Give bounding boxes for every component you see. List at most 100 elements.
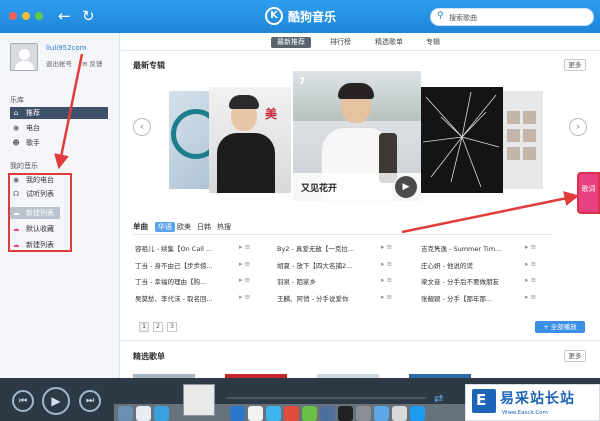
song-item[interactable]: 庄心妍 - 他说的谎 ▸≡ <box>421 260 551 271</box>
song-title[interactable]: 羽泉 - 陌家乡 <box>277 278 316 286</box>
zoom-window-button[interactable] <box>35 12 43 20</box>
carousel-prev-icon[interactable]: ‹ <box>133 118 151 136</box>
album-art-shape <box>507 129 520 142</box>
play-all-button[interactable]: + 全部播放 <box>535 321 585 333</box>
filter-hot[interactable]: 热搜 <box>217 222 231 232</box>
play-icon[interactable]: ▶ <box>42 387 70 415</box>
song-item[interactable]: 吴莫愁、李代沫 - 取名回... ▸≡ <box>135 293 265 304</box>
album-cover[interactable]: 美 <box>209 87 291 193</box>
song-actions-icon[interactable]: ▸≡ <box>525 260 538 268</box>
song-item[interactable]: 胡夏 - 放下【四大名捕2... ▸≡ <box>277 260 407 271</box>
song-item[interactable]: 丁当 - 幸福的理由【购... ▸≡ <box>135 276 265 287</box>
filter-jpkr[interactable]: 日韩 <box>197 222 211 232</box>
song-title[interactable]: 丁当 - 身不由己【步步惊... <box>135 262 213 270</box>
avatar[interactable] <box>10 43 38 71</box>
close-window-button[interactable] <box>9 12 17 20</box>
minimize-window-button[interactable] <box>22 12 30 20</box>
page-button[interactable]: 2 <box>153 322 163 332</box>
dock-app-icon[interactable] <box>248 406 263 421</box>
song-title[interactable]: 梁文音 - 分手后不要做朋友 <box>421 278 499 286</box>
song-title[interactable]: 吉克隽逸 - Summer Tim... <box>421 245 501 253</box>
song-actions-icon[interactable]: ▸≡ <box>381 293 394 301</box>
carousel-next-icon[interactable]: › <box>569 118 587 136</box>
song-title[interactable]: 吴莫愁、李代沫 - 取名回... <box>135 295 213 303</box>
song-actions-icon[interactable]: ▸≡ <box>525 293 538 301</box>
tab-latest[interactable]: 最新推荐 <box>271 37 311 48</box>
dock-app-icon[interactable] <box>356 406 371 421</box>
search-box[interactable]: ⚲ 搜索歌曲 <box>430 8 594 26</box>
username[interactable]: liuli952com <box>46 44 87 52</box>
page-button[interactable]: 1 <box>139 322 149 332</box>
tab-albums[interactable]: 专辑 <box>420 37 446 48</box>
sidebar-item-recommend[interactable]: ⌂ 推荐 <box>10 107 108 119</box>
play-icon[interactable]: ▶ <box>395 176 417 198</box>
song-actions-icon[interactable]: ▸≡ <box>239 260 252 268</box>
song-title[interactable]: By2 - 真爱无敌【一克拉... <box>277 245 354 253</box>
repeat-icon[interactable]: ⇄ <box>434 392 443 405</box>
dock-app-icon[interactable] <box>118 406 133 421</box>
page-button[interactable]: 3 <box>167 322 177 332</box>
tab-playlists[interactable]: 精选歌单 <box>369 37 409 48</box>
dock-app-icon[interactable] <box>338 406 353 421</box>
next-track-icon[interactable]: ⏭ <box>79 390 101 412</box>
song-title[interactable]: 容祖儿 - 续集【On Call ... <box>135 245 212 253</box>
dock-app-icon[interactable] <box>392 406 407 421</box>
song-title[interactable]: 庄心妍 - 他说的谎 <box>421 262 473 270</box>
dock-app-icon[interactable] <box>302 406 317 421</box>
progress-bar[interactable] <box>226 397 426 399</box>
song-actions-icon[interactable]: ▸≡ <box>381 260 394 268</box>
song-actions-icon[interactable]: ▸≡ <box>239 243 252 251</box>
back-arrow-icon[interactable]: ← <box>58 6 71 26</box>
song-item[interactable]: 张靓颖 - 分手【那年那... ▸≡ <box>421 293 551 304</box>
song-item[interactable]: 王麟、阿悄 - 分手说爱你 ▸≡ <box>277 293 407 304</box>
song-title[interactable]: 王麟、阿悄 - 分手说爱你 <box>277 295 348 303</box>
search-placeholder[interactable]: 搜索歌曲 <box>449 13 477 23</box>
home-icon: ⌂ <box>13 109 19 117</box>
annotation-box <box>8 173 72 252</box>
dock-app-icon[interactable] <box>136 406 151 421</box>
previous-track-icon[interactable]: ⏮ <box>12 390 34 412</box>
search-icon[interactable]: ⚲ <box>437 11 444 21</box>
dock-app-icon[interactable] <box>284 406 299 421</box>
dock-app-icon[interactable] <box>374 406 389 421</box>
song-item[interactable]: 容祖儿 - 续集【On Call ... ▸≡ <box>135 243 265 254</box>
album-cover-text: 美 <box>265 107 278 121</box>
album-cover[interactable] <box>503 91 543 189</box>
tab-charts[interactable]: 排行榜 <box>324 37 357 48</box>
song-title[interactable]: 丁当 - 幸福的理由【购... <box>135 278 206 286</box>
now-playing-avatar[interactable] <box>183 384 215 416</box>
featured-album-cover[interactable]: 7 又见花开 ▶ <box>293 71 421 201</box>
dock-app-icon[interactable] <box>410 406 425 421</box>
song-item[interactable]: 梁文音 - 分手后不要做朋友 ▸≡ <box>421 276 551 287</box>
feedback-link[interactable]: ✉ 反馈 <box>82 58 103 68</box>
lyrics-tab[interactable]: 歌词 <box>577 172 600 214</box>
sidebar-item-label: 电台 <box>26 124 40 132</box>
albums-more-button[interactable]: 更多 <box>564 59 586 71</box>
filter-chinese[interactable]: 华语 <box>155 222 175 232</box>
song-actions-icon[interactable]: ▸≡ <box>381 276 394 284</box>
dock-app-icon[interactable] <box>320 406 335 421</box>
dock-app-icon[interactable] <box>230 406 245 421</box>
song-title[interactable]: 胡夏 - 放下【四大名捕2... <box>277 262 352 270</box>
song-item[interactable]: 羽泉 - 陌家乡 ▸≡ <box>277 276 407 287</box>
song-item[interactable]: 丁当 - 身不由己【步步惊... ▸≡ <box>135 260 265 271</box>
playlists-more-button[interactable]: 更多 <box>564 350 586 362</box>
song-actions-icon[interactable]: ▸≡ <box>381 243 394 251</box>
song-item[interactable]: By2 - 真爱无敌【一克拉... ▸≡ <box>277 243 407 254</box>
album-cover[interactable] <box>169 91 209 189</box>
song-actions-icon[interactable]: ▸≡ <box>239 276 252 284</box>
song-title[interactable]: 张靓颖 - 分手【那年那... <box>421 295 492 303</box>
song-item[interactable]: 吉克隽逸 - Summer Tim... ▸≡ <box>421 243 551 254</box>
song-actions-icon[interactable]: ▸≡ <box>525 243 538 251</box>
feedback-label: 反馈 <box>89 60 103 68</box>
dock-app-icon[interactable] <box>266 406 281 421</box>
song-actions-icon[interactable]: ▸≡ <box>525 276 538 284</box>
album-cover[interactable] <box>421 87 503 193</box>
dock-app-icon[interactable] <box>154 406 169 421</box>
refresh-icon[interactable]: ↻ <box>82 6 95 26</box>
sidebar-item-singer[interactable]: ☻ 歌手 <box>10 137 108 149</box>
song-actions-icon[interactable]: ▸≡ <box>239 293 252 301</box>
sidebar-item-radio[interactable]: ◉ 电台 <box>10 122 108 134</box>
logout-link[interactable]: 退出帐号 <box>46 58 72 68</box>
filter-western[interactable]: 欧美 <box>177 222 191 232</box>
